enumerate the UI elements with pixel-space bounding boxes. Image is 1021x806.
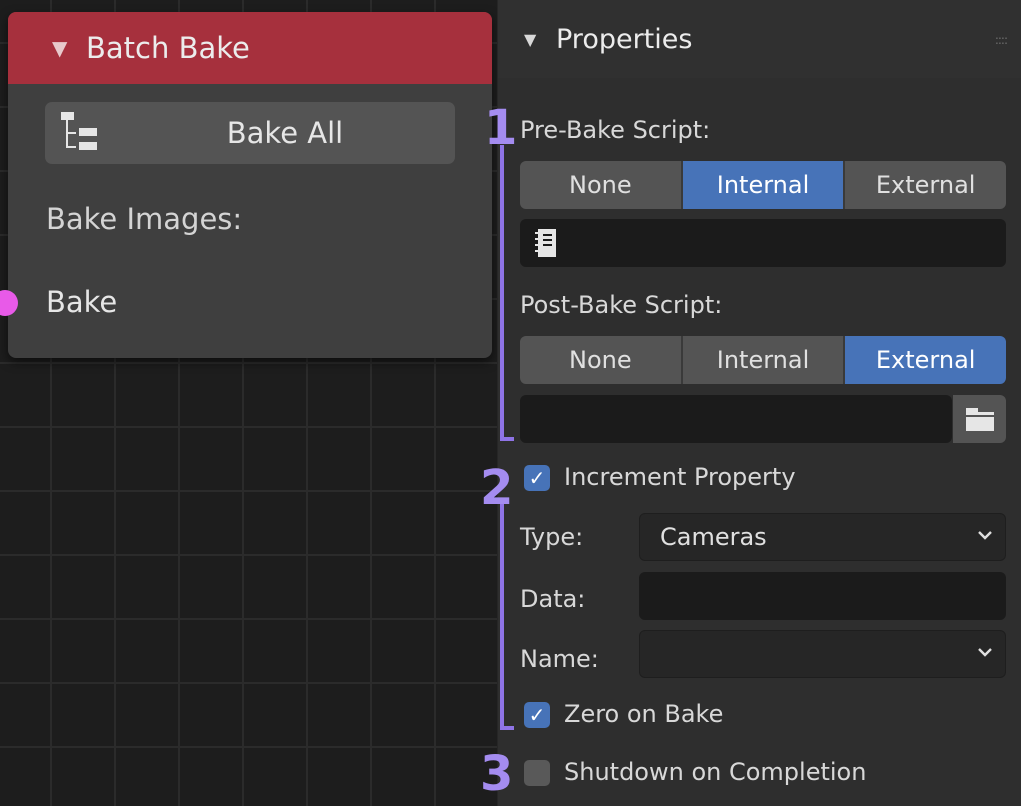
collapse-triangle-icon[interactable]: ▼ bbox=[524, 30, 556, 49]
data-label: Data: bbox=[520, 585, 586, 613]
post-bake-script-label: Post-Bake Script: bbox=[520, 291, 723, 319]
annotation-bracket-1 bbox=[500, 145, 504, 441]
data-field[interactable] bbox=[639, 572, 1006, 620]
bake-socket-label: Bake bbox=[46, 285, 118, 319]
panel-header[interactable]: ▼ Properties :::: bbox=[498, 0, 1021, 78]
post-bake-option-external[interactable]: External bbox=[845, 336, 1006, 384]
type-label: Type: bbox=[520, 523, 584, 551]
node-editor-canvas[interactable]: ▼ Batch Bake Bake All Bake Images: Bake bbox=[0, 0, 497, 806]
pre-bake-text-field[interactable] bbox=[520, 219, 1006, 267]
increment-property-checkbox[interactable]: ✓ bbox=[524, 465, 550, 491]
chevron-down-icon bbox=[978, 531, 992, 540]
text-document-icon[interactable] bbox=[534, 228, 558, 258]
node-header[interactable]: ▼ Batch Bake bbox=[8, 12, 492, 84]
panel-title: Properties bbox=[556, 23, 693, 55]
post-bake-path-field[interactable] bbox=[520, 395, 952, 443]
zero-on-bake-label[interactable]: Zero on Bake bbox=[564, 700, 723, 728]
bake-all-button[interactable]: Bake All bbox=[45, 102, 455, 164]
pre-bake-option-internal[interactable]: Internal bbox=[682, 161, 846, 209]
type-dropdown-value: Cameras bbox=[660, 523, 767, 551]
tree-hierarchy-icon bbox=[61, 112, 97, 150]
post-bake-option-internal[interactable]: Internal bbox=[682, 336, 846, 384]
collapse-triangle-icon[interactable]: ▼ bbox=[52, 36, 86, 60]
name-label: Name: bbox=[520, 645, 599, 673]
pre-bake-script-label: Pre-Bake Script: bbox=[520, 116, 711, 144]
shutdown-on-completion-label[interactable]: Shutdown on Completion bbox=[564, 758, 866, 786]
pre-bake-script-selector: None Internal External bbox=[520, 161, 1006, 209]
increment-property-label[interactable]: Increment Property bbox=[564, 463, 796, 491]
type-dropdown[interactable]: Cameras bbox=[639, 513, 1006, 561]
batch-bake-node[interactable]: ▼ Batch Bake Bake All Bake Images: Bake bbox=[0, 12, 492, 358]
node-title: Batch Bake bbox=[86, 31, 250, 65]
chevron-down-icon bbox=[978, 648, 992, 657]
pre-bake-option-none[interactable]: None bbox=[520, 161, 683, 209]
annotation-number-2: 2 bbox=[480, 460, 514, 516]
annotation-bracket-1-foot bbox=[500, 437, 514, 441]
shutdown-on-completion-checkbox[interactable] bbox=[524, 760, 550, 786]
checkmark-icon: ✓ bbox=[528, 703, 546, 727]
annotation-bracket-2 bbox=[500, 504, 504, 730]
folder-icon bbox=[966, 408, 994, 431]
post-bake-option-none[interactable]: None bbox=[520, 336, 683, 384]
bake-output-socket[interactable] bbox=[0, 290, 18, 316]
pre-bake-option-external[interactable]: External bbox=[845, 161, 1006, 209]
checkmark-icon: ✓ bbox=[528, 466, 546, 490]
zero-on-bake-checkbox[interactable]: ✓ bbox=[524, 702, 550, 728]
properties-panel: ▼ Properties :::: 1 Pre-Bake Script: Non… bbox=[480, 0, 1021, 806]
post-bake-script-selector: None Internal External bbox=[520, 336, 1006, 384]
bake-images-label: Bake Images: bbox=[46, 202, 243, 236]
annotation-number-3: 3 bbox=[480, 746, 514, 802]
name-dropdown[interactable] bbox=[639, 630, 1006, 678]
drag-grip-icon[interactable]: :::: bbox=[995, 33, 1008, 47]
folder-browse-button[interactable] bbox=[953, 395, 1006, 443]
annotation-bracket-2-foot bbox=[500, 726, 514, 730]
